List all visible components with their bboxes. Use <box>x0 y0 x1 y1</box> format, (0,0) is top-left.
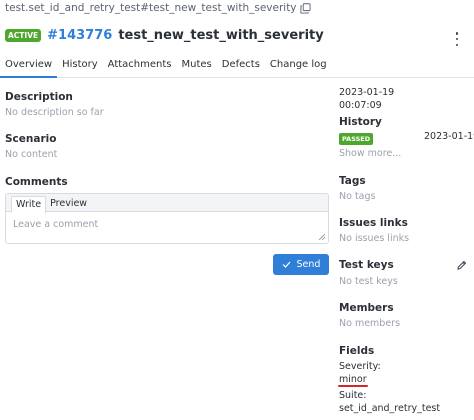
members-title: Members <box>339 302 394 314</box>
comment-editor: Write Preview <box>5 193 329 244</box>
members-empty: No members <box>339 318 401 329</box>
page-title: ACTIVE #143776 test_new_test_with_severi… <box>5 28 324 43</box>
history-date: 2023-01-19 <box>424 131 474 142</box>
tab-overview[interactable]: Overview <box>0 56 58 78</box>
severity-underline <box>338 385 368 387</box>
suite-value: set_id_and_retry_test <box>339 403 441 414</box>
show-more-link[interactable]: Show more... <box>339 148 401 159</box>
check-icon <box>282 261 290 268</box>
tags-empty: No tags <box>339 191 376 202</box>
tab-bar: Overview History Attachments Mutes Defec… <box>0 56 474 78</box>
severity-label: Severity: <box>339 361 381 372</box>
description-title: Description <box>5 91 73 103</box>
copy-icon[interactable] <box>299 2 311 14</box>
test-name: test_new_test_with_severity <box>118 28 324 43</box>
comments-title: Comments <box>5 176 68 188</box>
send-label: Send <box>296 259 321 270</box>
test-id: #143776 <box>47 28 113 43</box>
resize-handle-icon[interactable] <box>319 234 325 240</box>
tab-mutes[interactable]: Mutes <box>177 56 217 77</box>
history-status-badge[interactable]: PASSED <box>339 133 374 145</box>
comment-input[interactable] <box>6 213 328 243</box>
breadcrumb-path: test.set_id_and_retry_test#test_new_test… <box>5 2 297 14</box>
scenario-title: Scenario <box>5 133 57 145</box>
tab-attachments[interactable]: Attachments <box>103 56 177 77</box>
pencil-icon[interactable] <box>456 260 467 271</box>
status-badge: ACTIVE <box>5 29 42 42</box>
tab-change-log[interactable]: Change log <box>265 56 332 77</box>
run-date: 2023-01-19 <box>339 87 395 98</box>
send-button[interactable]: Send <box>273 254 329 275</box>
test-keys-title: Test keys <box>339 259 394 271</box>
description-empty: No description so far <box>5 107 104 118</box>
preview-tab[interactable]: Preview <box>46 196 91 211</box>
run-time: 00:07:09 <box>339 100 382 111</box>
write-tab[interactable]: Write <box>11 196 47 213</box>
issues-links-empty: No issues links <box>339 233 410 244</box>
test-keys-empty: No test keys <box>339 276 398 287</box>
editor-tabs: Write Preview <box>6 194 328 213</box>
issues-links-title: Issues links <box>339 217 408 229</box>
history-title: History <box>339 116 382 128</box>
fields-title: Fields <box>339 345 375 357</box>
tab-defects[interactable]: Defects <box>217 56 265 77</box>
tab-history[interactable]: History <box>57 56 103 77</box>
kebab-menu-icon[interactable] <box>452 32 462 46</box>
suite-label: Suite: <box>339 390 367 401</box>
breadcrumb: test.set_id_and_retry_test#test_new_test… <box>5 2 311 14</box>
tags-title: Tags <box>339 175 366 187</box>
severity-value: minor <box>339 374 367 385</box>
scenario-empty: No content <box>5 149 58 160</box>
